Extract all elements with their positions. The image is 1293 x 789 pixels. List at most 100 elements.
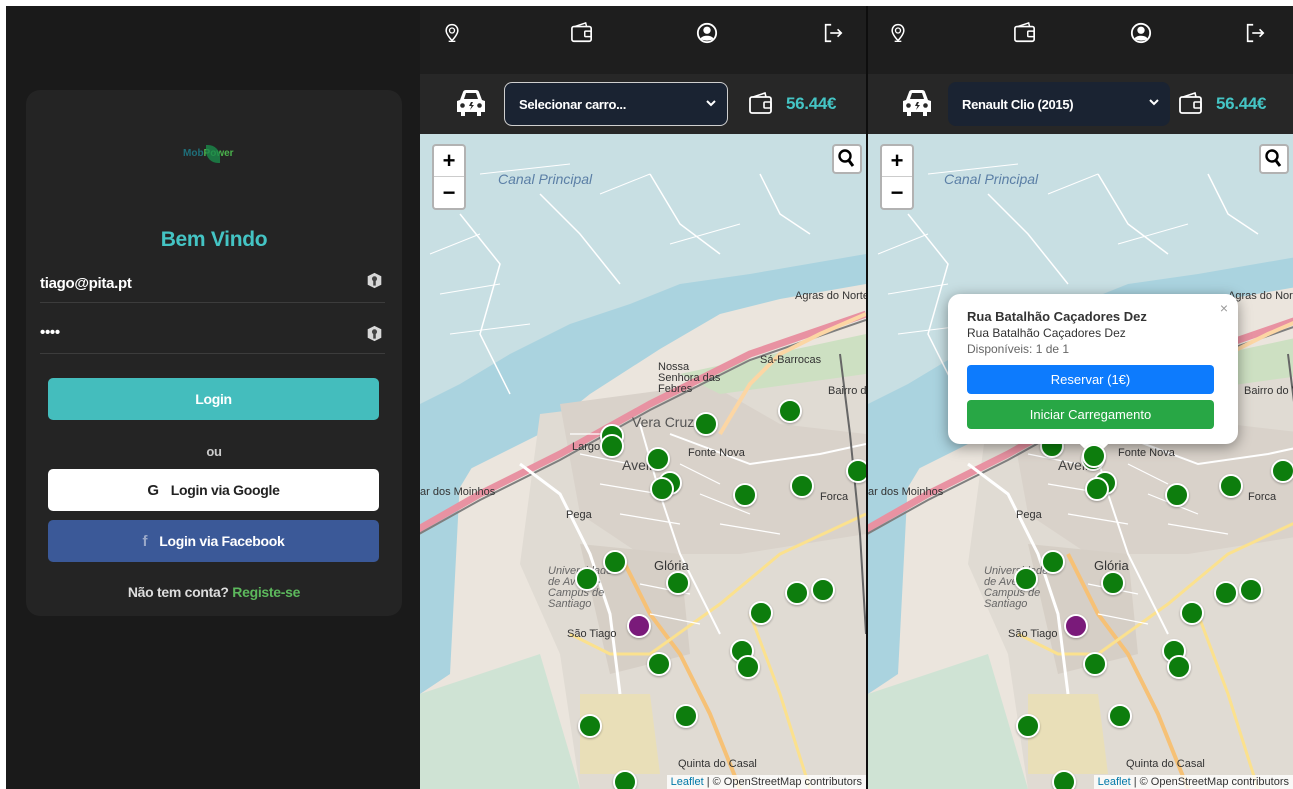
- google-button-label: Login via Google: [170, 482, 280, 498]
- charging-station-marker[interactable]: [1167, 655, 1191, 679]
- map-label: Pega: [1016, 509, 1042, 521]
- charging-station-marker[interactable]: [666, 571, 690, 595]
- map-label: Sá-Barrocas: [760, 354, 822, 366]
- map-search-button[interactable]: [1259, 144, 1289, 174]
- register-link[interactable]: Registe-se: [232, 584, 300, 600]
- map-label: São Tiago: [1008, 628, 1058, 640]
- map-label: Pega: [566, 509, 592, 521]
- map-label: Fonte Nova: [688, 447, 745, 459]
- charging-station-marker[interactable]: [1108, 704, 1132, 728]
- top-navigation: [420, 6, 866, 74]
- charging-station-marker[interactable]: [1214, 581, 1238, 605]
- leaflet-link[interactable]: Leaflet: [1098, 776, 1131, 788]
- charging-station-marker[interactable]: [694, 412, 718, 436]
- wallet-icon: [1178, 92, 1204, 116]
- charging-station-marker[interactable]: [846, 459, 866, 483]
- electric-car-icon: [900, 88, 934, 118]
- charging-station-marker[interactable]: [1165, 483, 1189, 507]
- charging-station-marker[interactable]: [650, 477, 674, 501]
- wallet-icon[interactable]: [570, 22, 594, 44]
- charging-station-marker[interactable]: [1180, 601, 1204, 625]
- charging-station-marker[interactable]: [1271, 459, 1293, 483]
- logout-icon[interactable]: [822, 22, 844, 44]
- email-field[interactable]: tiago@pita.pt: [40, 265, 385, 303]
- map-label: Bairro do V: [828, 385, 866, 397]
- selected-station-marker[interactable]: [627, 614, 651, 638]
- charging-station-marker[interactable]: [811, 578, 835, 602]
- no-account-text: Não tem conta?: [127, 584, 229, 600]
- wallet-balance: 56.44€: [786, 94, 837, 113]
- popup-address: Rua Batalhão Caçadores Dez: [967, 326, 1126, 340]
- key-icon: [367, 325, 382, 342]
- charging-station-marker[interactable]: [575, 567, 599, 591]
- map-label: Canal Principal: [498, 171, 593, 187]
- charging-station-marker[interactable]: [1041, 550, 1065, 574]
- charging-station-marker[interactable]: [1014, 567, 1038, 591]
- map-label: Largo: [572, 441, 601, 453]
- leaflet-link[interactable]: Leaflet: [671, 776, 704, 788]
- charging-map[interactable]: Canal Principal Agras do Norte Bairro do…: [868, 134, 1293, 789]
- start-charging-button[interactable]: Iniciar Carregamento: [967, 400, 1214, 429]
- user-profile-icon[interactable]: [696, 22, 718, 44]
- charging-station-marker[interactable]: [736, 655, 760, 679]
- car-select-dropdown[interactable]: Renault Clio (2015): [948, 82, 1170, 126]
- charging-station-marker[interactable]: [1083, 652, 1107, 676]
- charging-station-marker[interactable]: [749, 601, 773, 625]
- car-select-dropdown[interactable]: Selecionar carro...: [504, 82, 728, 126]
- login-button[interactable]: Login: [48, 378, 379, 420]
- map-screen-no-car: Selecionar carro... 56.44€ Canal Princip…: [420, 6, 866, 789]
- charging-station-marker[interactable]: [778, 399, 802, 423]
- map-label: ar dos Moinhos: [868, 486, 944, 498]
- charging-station-marker[interactable]: [578, 714, 602, 738]
- map-label: Agras do Norte: [1228, 290, 1293, 302]
- charging-station-marker[interactable]: [1219, 474, 1243, 498]
- charging-station-marker[interactable]: [790, 474, 814, 498]
- login-screen: MobPower Bem Vindo tiago@pita.pt •••• Lo…: [6, 6, 420, 789]
- charging-station-marker[interactable]: [600, 434, 624, 458]
- popup-availability: Disponíveis: 1 de 1: [967, 342, 1070, 356]
- facebook-login-button[interactable]: f Login via Facebook: [48, 520, 379, 562]
- charging-station-marker[interactable]: [613, 770, 637, 789]
- popup-close-button[interactable]: ×: [1220, 300, 1228, 316]
- charging-station-marker[interactable]: [647, 652, 671, 676]
- email-value[interactable]: tiago@pita.pt: [40, 275, 132, 292]
- reserve-button[interactable]: Reservar (1€): [967, 365, 1214, 394]
- charging-station-marker[interactable]: [1101, 571, 1125, 595]
- password-value[interactable]: ••••: [40, 324, 60, 341]
- popup-station-marker[interactable]: [1082, 444, 1106, 468]
- charging-station-marker[interactable]: [674, 704, 698, 728]
- charging-station-marker[interactable]: [646, 447, 670, 471]
- search-icon: [1261, 146, 1287, 172]
- charging-station-marker[interactable]: [1016, 714, 1040, 738]
- car-select-value: Renault Clio (2015): [962, 96, 1074, 112]
- zoom-in-button[interactable]: +: [434, 146, 464, 177]
- charging-station-marker[interactable]: [1085, 477, 1109, 501]
- selected-station-marker[interactable]: [1064, 614, 1088, 638]
- zoom-out-button[interactable]: −: [434, 177, 464, 208]
- charging-station-marker[interactable]: [1052, 770, 1076, 789]
- attribution-text: | © OpenStreetMap contributors: [1130, 776, 1289, 788]
- charging-station-marker[interactable]: [785, 581, 809, 605]
- logout-icon[interactable]: [1244, 22, 1266, 44]
- map-marker-icon[interactable]: [442, 22, 462, 44]
- charging-station-marker[interactable]: [733, 483, 757, 507]
- user-profile-icon[interactable]: [1130, 22, 1152, 44]
- map-search-button[interactable]: [832, 144, 862, 174]
- google-login-button[interactable]: G Login via Google: [48, 469, 379, 511]
- zoom-control: + −: [432, 144, 466, 210]
- charging-station-marker[interactable]: [1239, 578, 1263, 602]
- wallet-icon[interactable]: [1013, 22, 1037, 44]
- charging-map[interactable]: Canal Principal Agras do Norte Nossa Sen…: [420, 134, 866, 789]
- charging-station-marker[interactable]: [603, 550, 627, 574]
- map-marker-icon[interactable]: [888, 22, 908, 44]
- map-label: Glória: [654, 558, 689, 573]
- zoom-control: + −: [880, 144, 914, 210]
- map-attribution: Leaflet | © OpenStreetMap contributors: [666, 775, 866, 789]
- zoom-out-button[interactable]: −: [882, 177, 912, 208]
- password-field[interactable]: ••••: [40, 316, 385, 354]
- electric-car-icon: [454, 88, 488, 118]
- id-badge-icon: [367, 272, 382, 289]
- facebook-icon: f: [142, 532, 148, 550]
- zoom-in-button[interactable]: +: [882, 146, 912, 177]
- map-label: Nossa Senhora das Febres: [658, 361, 721, 395]
